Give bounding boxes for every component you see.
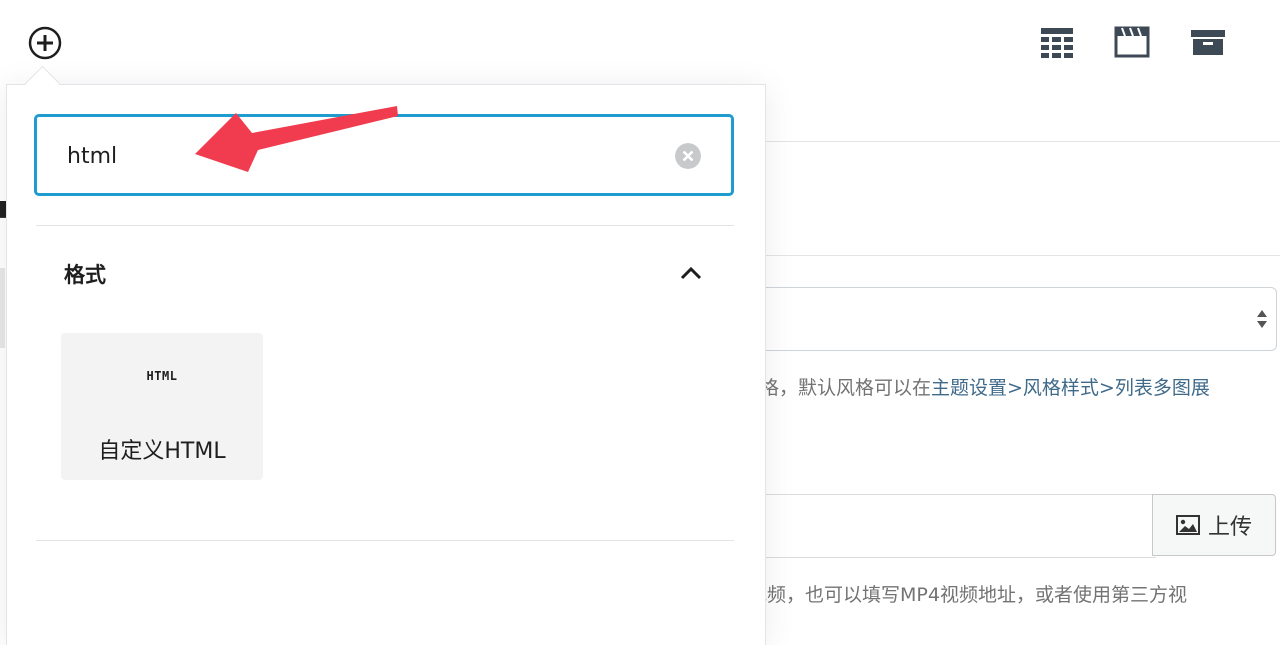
image-icon (1175, 515, 1200, 535)
chevron-up-icon[interactable] (678, 260, 704, 286)
video-icon[interactable] (1114, 24, 1150, 60)
add-block-button[interactable] (27, 25, 63, 61)
upload-label: 上传 (1207, 515, 1252, 540)
upload-button[interactable]: 上传 (1152, 494, 1276, 556)
archive-icon[interactable] (1190, 24, 1226, 60)
block-item-label: 自定义HTML (98, 439, 226, 464)
style-help-prefix: 格，默认风格可以在 (760, 377, 932, 399)
clipped-field-edge (0, 268, 5, 348)
style-help-text: 格，默认风格可以在主题设置>风格样式>列表多图展 (760, 373, 1210, 400)
clear-circle-icon[interactable] (675, 143, 701, 169)
theme-settings-link[interactable]: 主题设置>风格样式>列表多图展 (931, 377, 1210, 399)
divider (764, 141, 1280, 142)
custom-html-block-item[interactable]: HTML 自定义HTML (61, 333, 263, 480)
block-search-input[interactable] (65, 137, 649, 175)
style-select[interactable] (755, 287, 1277, 351)
divider (36, 225, 734, 226)
divider (764, 255, 1280, 256)
category-title[interactable]: 格式 (64, 259, 106, 289)
table-icon[interactable] (1039, 24, 1075, 60)
block-search-field[interactable] (34, 114, 734, 196)
divider (36, 540, 734, 541)
html-icon: HTML (146, 369, 178, 383)
video-help-text: 视频，也可以填写MP4视频地址，或者使用第三方视 (748, 584, 1187, 606)
video-url-input[interactable] (755, 494, 1156, 558)
select-arrows-icon (1257, 310, 1267, 328)
